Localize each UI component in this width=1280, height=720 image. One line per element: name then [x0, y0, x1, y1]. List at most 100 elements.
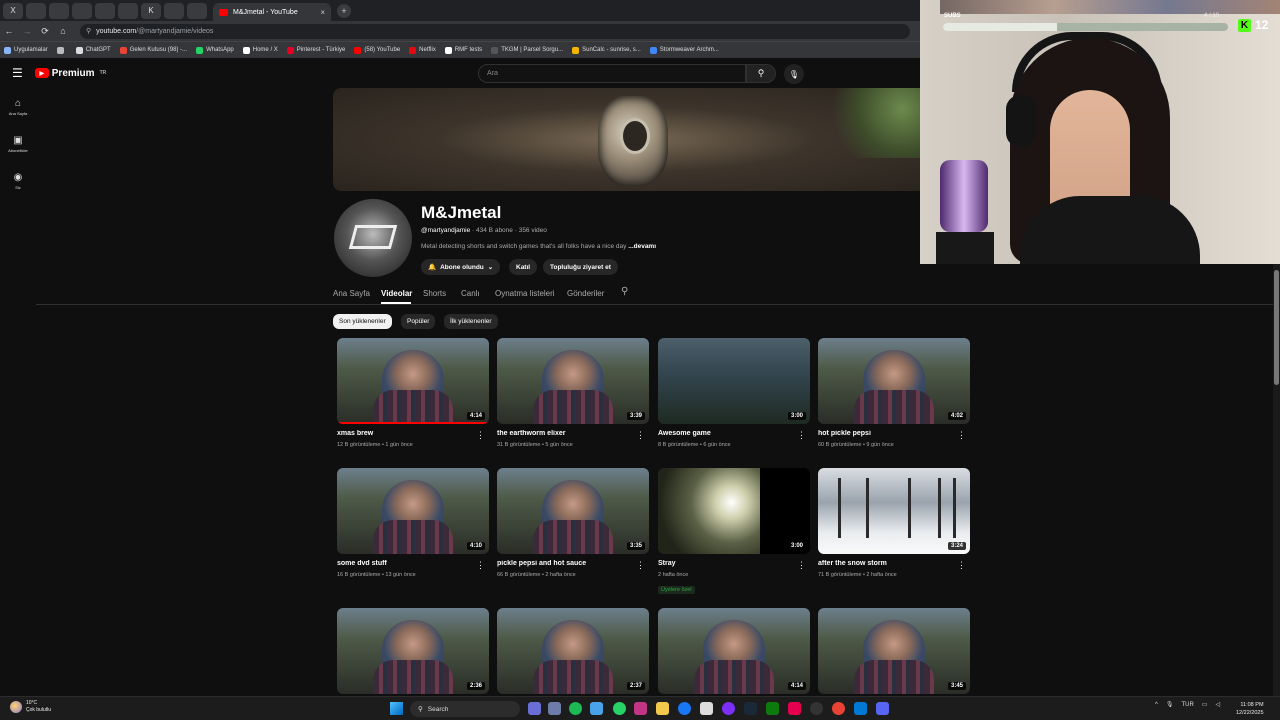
bookmark-item[interactable]: SunCalc - sunrise, s... — [572, 46, 641, 54]
video-title[interactable]: Stray — [658, 560, 798, 567]
video-title[interactable]: some dvd stuff — [337, 560, 477, 567]
file-explorer-icon[interactable] — [656, 702, 669, 715]
new-tab-button[interactable]: + — [337, 3, 351, 18]
bookmark-item[interactable]: Pinterest - Türkiye — [286, 46, 345, 54]
windows-start-icon[interactable] — [390, 702, 403, 715]
calculator-icon[interactable] — [548, 702, 561, 715]
video-thumbnail[interactable]: 3:45 — [818, 608, 970, 694]
video-thumbnail[interactable]: 4:02 — [818, 338, 970, 424]
video-more-options-icon[interactable]: ⋮ — [797, 560, 806, 571]
obs-icon[interactable] — [810, 702, 823, 715]
pinned-tab[interactable] — [187, 2, 207, 19]
whatsapp-icon[interactable] — [613, 702, 626, 715]
video-title[interactable]: after the snow storm — [818, 560, 958, 567]
pinned-tab[interactable] — [72, 2, 92, 19]
search-button[interactable]: ⚲ — [746, 64, 776, 83]
video-card[interactable]: 4:14 — [658, 608, 810, 694]
video-card[interactable]: 3:45 — [818, 608, 970, 694]
tray-chevron-icon[interactable]: ^ — [1155, 702, 1158, 708]
video-title[interactable]: hot pickle pepsi — [818, 430, 958, 437]
guide-menu-icon[interactable]: ☰ — [12, 66, 23, 80]
terminal-icon[interactable] — [854, 702, 867, 715]
spotify-icon[interactable] — [569, 702, 582, 715]
video-card[interactable]: 4:14 xmas brew 12 B görüntüleme • 1 gün ön… — [337, 338, 489, 448]
more-link[interactable]: ...devamı — [628, 243, 656, 250]
voice-search-button[interactable]: 🎙 — [784, 64, 804, 84]
forward-icon[interactable]: → — [18, 26, 36, 36]
browser-icon[interactable] — [678, 702, 691, 715]
url-field[interactable]: ⚲ youtube.com/@martyandjamie/videos — [80, 23, 910, 39]
video-thumbnail[interactable]: 3:39 — [497, 338, 649, 424]
back-icon[interactable]: ← — [0, 26, 18, 36]
chip-latest[interactable]: Son yüklenenler — [333, 314, 392, 329]
video-thumbnail[interactable]: 3:00 — [658, 468, 810, 554]
bookmark-item[interactable] — [56, 46, 67, 54]
join-button[interactable]: Katıl — [509, 259, 538, 275]
bookmark-item[interactable]: Uygulamalar — [4, 46, 48, 54]
adobe-icon[interactable] — [788, 702, 801, 715]
steam-icon[interactable] — [744, 702, 757, 715]
pinned-tab[interactable] — [95, 2, 115, 19]
volume-icon[interactable]: ◁ — [1215, 701, 1220, 708]
video-more-options-icon[interactable]: ⋮ — [476, 430, 485, 441]
search-input[interactable]: Ara — [478, 64, 746, 83]
pinned-tab[interactable] — [49, 2, 69, 19]
video-thumbnail[interactable]: 4:10 — [337, 468, 489, 554]
video-card[interactable]: 2:36 — [337, 608, 489, 694]
bookmark-item[interactable]: Home / X — [242, 46, 278, 54]
site-info-icon[interactable]: ⚲ — [86, 27, 91, 35]
video-thumbnail[interactable]: 4:14 — [337, 338, 489, 424]
video-thumbnail[interactable]: 2:37 — [497, 608, 649, 694]
video-card[interactable]: 3:35 pickle pepsi and hot sauce 66 B görün… — [497, 468, 649, 578]
reload-icon[interactable]: ⟳ — [36, 26, 54, 37]
bookmark-item[interactable]: WhatsApp — [196, 46, 234, 54]
video-more-options-icon[interactable]: ⋮ — [957, 560, 966, 571]
guide-item-you[interactable]: ◉ Siz — [0, 172, 36, 190]
channel-description[interactable]: Metal detecting shorts and switch games … — [421, 243, 656, 250]
microphone-tray-icon[interactable]: 🎙 — [1166, 701, 1174, 708]
chip-popular[interactable]: Popüler — [401, 314, 436, 329]
tab-playlists[interactable]: Oynatma listeleri — [495, 289, 555, 298]
tab-live[interactable]: Canlı — [461, 289, 480, 298]
bookmark-item[interactable]: Stormweaver Archm... — [649, 46, 719, 54]
video-card[interactable]: 4:10 some dvd stuff 16 B görüntüleme • 13 … — [337, 468, 489, 578]
tab-videos[interactable]: Videolar — [381, 289, 412, 298]
active-tab[interactable]: M&Jmetal - YouTube × — [213, 3, 331, 21]
tab-posts[interactable]: Gönderiler — [567, 289, 604, 298]
video-card[interactable]: 4:02 hot pickle pepsi 60 B görüntüleme • 9… — [818, 338, 970, 448]
video-card[interactable]: 2:37 — [497, 608, 649, 694]
close-tab-icon[interactable]: × — [320, 8, 325, 17]
bookmark-item[interactable]: (58) YouTube — [354, 46, 400, 54]
pinned-tab[interactable]: K — [141, 2, 161, 19]
weather-widget[interactable]: 10°C Çok bulutlu — [10, 700, 51, 714]
guide-item-subscriptions[interactable]: ▣ Abonelikler — [0, 135, 36, 153]
video-more-options-icon[interactable]: ⋮ — [636, 430, 645, 441]
app-icon[interactable] — [590, 702, 603, 715]
taskbar-clock[interactable]: 11:08 PM 12/22/2025 — [1236, 701, 1264, 717]
video-title[interactable]: pickle pepsi and hot sauce — [497, 560, 637, 567]
page-scrollbar-thumb[interactable] — [1274, 270, 1279, 385]
notes-icon[interactable] — [700, 702, 713, 715]
pinned-tab[interactable]: X — [3, 2, 23, 19]
video-thumbnail[interactable]: 3:35 — [497, 468, 649, 554]
xbox-icon[interactable] — [766, 702, 779, 715]
guide-item-home[interactable]: ⌂ Ana Sayfa — [0, 98, 36, 116]
video-thumbnail[interactable]: 2:36 — [337, 608, 489, 694]
bookmark-item[interactable]: Gelen Kutusu (98) -... — [119, 46, 187, 54]
video-thumbnail[interactable]: 3:00 — [658, 338, 810, 424]
video-more-options-icon[interactable]: ⋮ — [636, 560, 645, 571]
video-card[interactable]: 3:00 Awesome game 8 B görüntüleme • 6 gün … — [658, 338, 810, 448]
task-view-icon[interactable] — [528, 702, 541, 715]
video-more-options-icon[interactable]: ⋮ — [957, 430, 966, 441]
pinned-tab[interactable] — [118, 2, 138, 19]
media-icon[interactable] — [722, 702, 735, 715]
pinned-tab[interactable] — [164, 2, 184, 19]
pinned-tab[interactable] — [26, 2, 46, 19]
video-more-options-icon[interactable]: ⋮ — [797, 430, 806, 441]
youtube-logo[interactable]: ▶ Premium TR — [34, 68, 106, 79]
language-indicator[interactable]: TUR — [1181, 702, 1193, 708]
bookmark-item[interactable]: RMF tests — [444, 46, 482, 54]
video-card[interactable]: 3:00 Stray 2 hafta önce Üyelere özel ⋮ — [658, 468, 810, 596]
video-title[interactable]: Awesome game — [658, 430, 798, 437]
instagram-icon[interactable] — [634, 702, 647, 715]
